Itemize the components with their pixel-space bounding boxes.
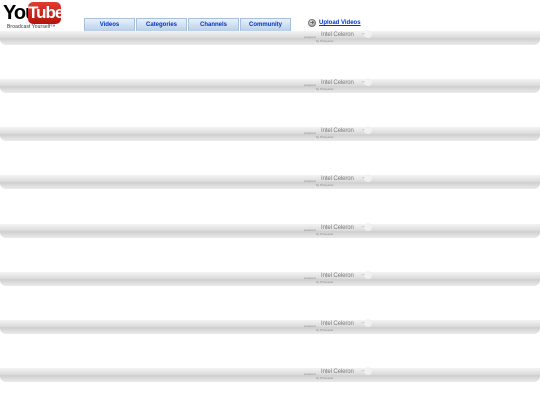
banner-curl-icon [364,223,372,231]
banner-powered-text: powered [304,372,316,376]
logo-tagline: Broadcast Yourself™ [7,24,56,30]
banner-sub-text: by Processor [316,183,334,187]
ad-banner[interactable]: powered Intel Celeron ™ by Processor [0,367,540,382]
banner-logo: powered Intel Celeron ™ by Processor [304,273,370,285]
banner-curl-icon [364,78,372,86]
banner-brand-text: Intel Celeron [321,225,354,231]
tab-channels[interactable]: Channels [188,18,239,31]
ad-banner[interactable]: powered Intel Celeron ™ by Processor [0,223,540,238]
banner-curl-icon [364,367,372,375]
banner-logo: powered Intel Celeron ™ by Processor [304,369,370,381]
upload-videos-label: Upload Videos [319,20,361,26]
banner-powered-text: powered [304,324,316,328]
banner-sub-text: by Processor [316,135,334,139]
banner-powered-text: powered [304,276,316,280]
banner-logo: powered Intel Celeron ™ by Processor [304,128,370,140]
banner-logo: powered Intel Celeron ™ by Processor [304,176,370,188]
banner-powered-text: powered [304,35,316,39]
banner-curl-icon [364,30,372,38]
main-nav: Videos Categories Channels Community [84,18,292,31]
banner-curl-icon [364,174,372,182]
ad-banner[interactable]: powered Intel Celeron ™ by Processor [0,271,540,286]
banner-logo: powered Intel Celeron ™ by Processor [304,32,370,44]
banner-sub-text: by Processor [316,232,334,236]
banner-brand-text: Intel Celeron [321,176,354,182]
logo-tube-box: Tube [28,2,64,24]
banner-sub-text: by Processor [316,280,334,284]
banner-logo: powered Intel Celeron ™ by Processor [304,80,370,92]
banner-brand-text: Intel Celeron [321,128,354,134]
banner-powered-text: powered [304,131,316,135]
banner-brand-text: Intel Celeron [321,80,354,86]
upload-videos-link[interactable]: ➜ Upload Videos [308,19,361,27]
tab-categories[interactable]: Categories [136,18,187,31]
banner-sub-text: by Processor [316,328,334,332]
banner-curl-icon [364,319,372,327]
banner-sub-text: by Processor [316,39,334,43]
banner-brand-text: Intel Celeron [321,32,354,38]
ad-banner[interactable]: powered Intel Celeron ™ by Processor [0,30,540,45]
banner-sub-text: by Processor [316,87,334,91]
banner-brand-text: Intel Celeron [321,273,354,279]
banner-brand-text: Intel Celeron [321,321,354,327]
banner-curl-icon [364,126,372,134]
ad-banner[interactable]: powered Intel Celeron ™ by Processor [0,78,540,93]
banner-brand-text: Intel Celeron [321,369,354,375]
banner-powered-text: powered [304,83,316,87]
banner-powered-text: powered [304,228,316,232]
ad-banner[interactable]: powered Intel Celeron ™ by Processor [0,319,540,334]
youtube-logo[interactable]: You Tube Broadcast Yourself™ [3,1,64,31]
banner-powered-text: powered [304,179,316,183]
banner-curl-icon [364,271,372,279]
banner-sub-text: by Processor [316,376,334,380]
tab-videos[interactable]: Videos [84,18,135,31]
banner-logo: powered Intel Celeron ™ by Processor [304,225,370,237]
banner-logo: powered Intel Celeron ™ by Processor [304,321,370,333]
ad-banner[interactable]: powered Intel Celeron ™ by Processor [0,126,540,141]
upload-arrow-icon: ➜ [308,19,316,27]
tab-community[interactable]: Community [240,18,291,31]
ad-banner[interactable]: powered Intel Celeron ™ by Processor [0,174,540,189]
